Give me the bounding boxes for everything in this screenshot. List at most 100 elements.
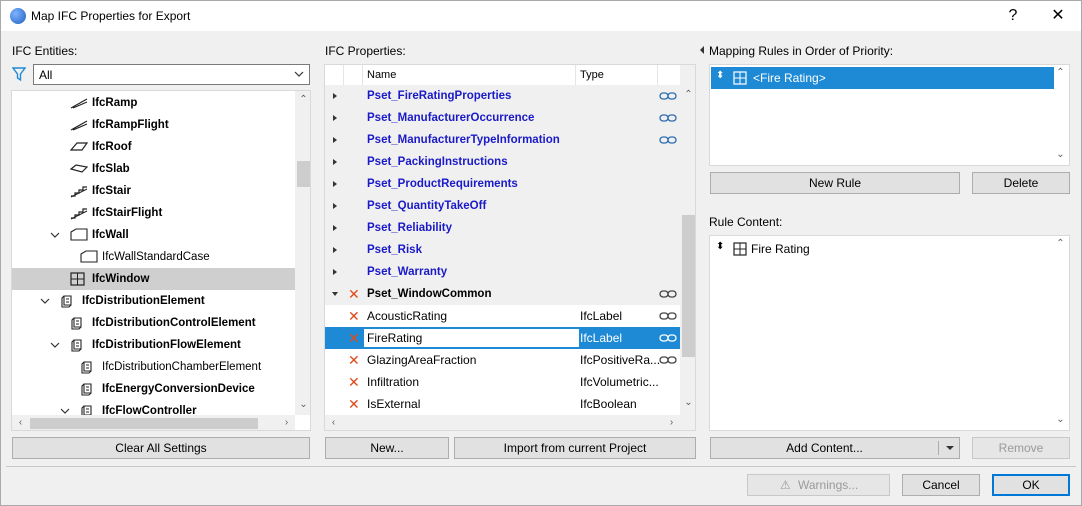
expand-arrow-icon[interactable] xyxy=(331,239,339,261)
ok-button[interactable]: OK xyxy=(992,474,1070,496)
import-from-project-button[interactable]: Import from current Project xyxy=(454,437,696,459)
remove-mapping-icon[interactable]: ✕ xyxy=(348,393,360,415)
expand-chevron-icon[interactable] xyxy=(50,334,60,356)
scroll-down-icon[interactable]: ⌄ xyxy=(295,399,310,410)
close-button[interactable]: ✕ xyxy=(1036,1,1080,31)
remove-mapping-icon[interactable]: ✕ xyxy=(348,327,360,349)
help-button[interactable]: ? xyxy=(991,1,1035,31)
tree-item[interactable]: IfcRoof xyxy=(12,136,295,158)
tree-item[interactable]: IfcStairFlight xyxy=(12,202,295,224)
entities-hscroll[interactable]: ‹ › xyxy=(12,415,295,430)
properties-vscroll[interactable]: ⌃ ⌄ xyxy=(680,65,695,415)
scroll-left-icon[interactable]: ‹ xyxy=(325,417,342,428)
expand-chevron-icon[interactable] xyxy=(50,224,60,246)
tree-item[interactable]: IfcWall xyxy=(12,224,295,246)
reorder-icon[interactable]: ⬍ xyxy=(716,241,724,252)
pset-row[interactable]: Pset_ManufacturerTypeInformation xyxy=(325,129,680,152)
mapping-rules-list[interactable]: ⬍ <Fire Rating> ⌃ ⌄ xyxy=(709,64,1070,166)
scroll-up-icon[interactable]: ⌃ xyxy=(1052,238,1069,249)
pset-row[interactable]: Pset_ProductRequirements xyxy=(325,173,680,196)
col-type-header[interactable]: Type xyxy=(580,69,604,81)
col-name-header[interactable]: Name xyxy=(367,69,396,81)
remove-mapping-icon[interactable]: ✕ xyxy=(348,283,360,305)
entities-tree[interactable]: IfcRamp IfcRampFlight IfcRoof IfcSlab IfcSta… xyxy=(11,90,311,431)
pset-row[interactable]: ✕ Pset_WindowCommon xyxy=(325,283,680,306)
tree-item[interactable]: IfcFlowController xyxy=(12,400,295,415)
pset-row[interactable]: Pset_PackingInstructions xyxy=(325,151,680,174)
expand-arrow-icon[interactable] xyxy=(331,107,339,129)
pset-row[interactable]: Pset_Warranty xyxy=(325,261,680,284)
expand-arrow-icon[interactable] xyxy=(331,217,339,239)
delete-rule-button[interactable]: Delete xyxy=(972,172,1070,194)
filter-icon[interactable] xyxy=(12,66,28,82)
pset-row[interactable]: Pset_Risk xyxy=(325,239,680,262)
link-icon[interactable] xyxy=(659,113,677,123)
link-icon[interactable] xyxy=(659,135,677,145)
link-icon[interactable] xyxy=(659,355,677,365)
properties-table[interactable]: Name Type Pset_FireRatingProperties Pset_… xyxy=(324,64,696,431)
scroll-up-icon[interactable]: ⌃ xyxy=(295,94,310,105)
property-row[interactable]: ✕ AcousticRating IfcLabel xyxy=(325,305,680,328)
tree-item[interactable]: IfcSlab xyxy=(12,158,295,180)
new-property-button[interactable]: New... xyxy=(325,437,449,459)
add-content-button[interactable]: Add Content... xyxy=(710,437,960,459)
warnings-button[interactable]: ⚠ Warnings... xyxy=(747,474,890,496)
property-name[interactable]: FireRating xyxy=(363,328,580,348)
link-icon[interactable] xyxy=(659,333,677,343)
scroll-up-icon[interactable]: ⌃ xyxy=(680,89,695,100)
reorder-icon[interactable]: ⬍ xyxy=(716,70,724,81)
tree-item[interactable]: IfcDistributionElement xyxy=(12,290,295,312)
dropdown-arrow-icon[interactable] xyxy=(945,439,955,457)
pset-row[interactable]: Pset_Reliability xyxy=(325,217,680,240)
scroll-down-icon[interactable]: ⌄ xyxy=(1052,414,1069,425)
new-rule-button[interactable]: New Rule xyxy=(710,172,960,194)
scroll-left-icon[interactable]: ‹ xyxy=(12,417,29,428)
scroll-thumb[interactable] xyxy=(682,215,695,357)
expand-chevron-icon[interactable] xyxy=(40,290,50,312)
scroll-right-icon[interactable]: › xyxy=(278,417,295,428)
content-row[interactable]: ⬍ Fire Rating xyxy=(711,238,1054,260)
tree-item[interactable]: IfcDistributionFlowElement xyxy=(12,334,295,356)
scroll-down-icon[interactable]: ⌄ xyxy=(680,397,695,408)
tree-item[interactable]: IfcWindow xyxy=(12,268,295,290)
remove-mapping-icon[interactable]: ✕ xyxy=(348,371,360,393)
scroll-right-icon[interactable]: › xyxy=(663,417,680,428)
remove-mapping-icon[interactable]: ✕ xyxy=(348,349,360,371)
remove-mapping-icon[interactable]: ✕ xyxy=(348,305,360,327)
entity-filter-select[interactable]: All xyxy=(33,64,310,85)
link-icon[interactable] xyxy=(659,311,677,321)
properties-hscroll[interactable]: ‹ › xyxy=(325,415,695,430)
remove-content-button[interactable]: Remove xyxy=(972,437,1070,459)
expand-arrow-icon[interactable] xyxy=(331,261,339,283)
tree-item[interactable]: IfcRampFlight xyxy=(12,114,295,136)
tree-item[interactable]: IfcDistributionChamberElement xyxy=(12,356,295,378)
expand-arrow-icon[interactable] xyxy=(331,195,339,217)
scroll-up-icon[interactable]: ⌃ xyxy=(1052,67,1069,78)
rule-content-list[interactable]: ⬍ Fire Rating ⌃ ⌄ xyxy=(709,235,1070,431)
tree-item[interactable]: IfcWallStandardCase xyxy=(12,246,295,268)
tree-item[interactable]: IfcRamp xyxy=(12,92,295,114)
link-icon[interactable] xyxy=(659,91,677,101)
property-row[interactable]: ✕ FireRating IfcLabel xyxy=(325,327,680,350)
pset-row[interactable]: Pset_FireRatingProperties xyxy=(325,85,680,108)
pset-row[interactable]: Pset_QuantityTakeOff xyxy=(325,195,680,218)
scroll-down-icon[interactable]: ⌄ xyxy=(1052,149,1069,160)
collapse-icon[interactable] xyxy=(699,45,705,55)
expand-arrow-icon[interactable] xyxy=(331,129,339,151)
expanded-arrow-icon[interactable] xyxy=(331,283,339,305)
property-row[interactable]: ✕ GlazingAreaFraction IfcPositiveRa... xyxy=(325,349,680,372)
property-row[interactable]: ✕ IsExternal IfcBoolean xyxy=(325,393,680,415)
scroll-thumb[interactable] xyxy=(297,161,310,187)
clear-all-settings-button[interactable]: Clear All Settings xyxy=(12,437,310,459)
link-icon[interactable] xyxy=(659,289,677,299)
expand-arrow-icon[interactable] xyxy=(331,151,339,173)
hscroll-thumb[interactable] xyxy=(30,418,258,429)
pset-row[interactable]: Pset_ManufacturerOccurrence xyxy=(325,107,680,130)
expand-arrow-icon[interactable] xyxy=(331,173,339,195)
tree-item[interactable]: IfcDistributionControlElement xyxy=(12,312,295,334)
tree-item[interactable]: IfcEnergyConversionDevice xyxy=(12,378,295,400)
rule-row[interactable]: ⬍ <Fire Rating> xyxy=(711,67,1054,89)
expand-arrow-icon[interactable] xyxy=(331,85,339,107)
entities-vscroll[interactable]: ⌃ ⌄ xyxy=(295,91,310,415)
cancel-button[interactable]: Cancel xyxy=(902,474,980,496)
